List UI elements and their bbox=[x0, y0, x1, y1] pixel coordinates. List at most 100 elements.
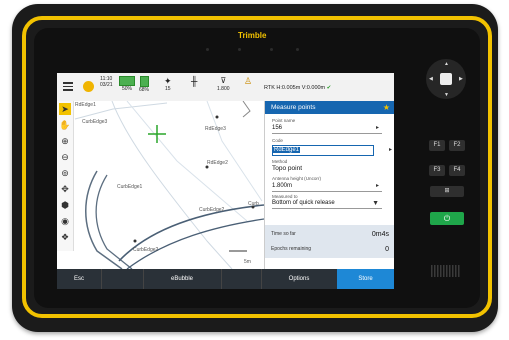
time-so-far-row: Time so far 0m4s bbox=[271, 231, 389, 238]
panel-title: Measure points bbox=[271, 104, 316, 111]
panel-header: Measure points ★ bbox=[265, 101, 394, 114]
battery-icon bbox=[119, 76, 135, 86]
gnss-globe-icon[interactable] bbox=[83, 81, 94, 92]
antenna-height-value: 1.800m bbox=[272, 183, 293, 189]
menu-icon[interactable] bbox=[63, 82, 73, 91]
eye-icon[interactable]: ◉ bbox=[59, 215, 71, 227]
windows-icon: ⊞ bbox=[444, 188, 450, 194]
measurement-summary: Time so far 0m4s Epochs remaining 0 bbox=[265, 225, 394, 258]
f3-button[interactable]: F3 bbox=[429, 165, 445, 176]
scale-text: 5m bbox=[244, 259, 251, 265]
antenna-height-field[interactable]: 1.800m ▸ bbox=[272, 182, 382, 192]
map-label: RdEdge3 bbox=[205, 126, 226, 132]
measured-to-value: Bottom of quick release bbox=[272, 200, 335, 206]
brand-logo: Trimble bbox=[238, 31, 267, 40]
dpad-enter-button[interactable] bbox=[440, 73, 452, 85]
map-label: Curb bbox=[248, 201, 259, 207]
orbit-icon[interactable]: ✥ bbox=[59, 183, 71, 195]
arrow-left-icon[interactable]: ◀ bbox=[429, 76, 433, 82]
arrow-right-icon[interactable]: ▶ bbox=[459, 76, 463, 82]
measured-to-select[interactable]: Bottom of quick release ▼ bbox=[272, 199, 382, 209]
zoom-in-icon[interactable]: ⊕ bbox=[59, 135, 71, 147]
pan-hand-icon[interactable]: ✋ bbox=[59, 119, 71, 131]
instrument[interactable]: ╫ bbox=[191, 76, 197, 86]
method-label: Method bbox=[272, 159, 288, 164]
antenna-icon: ⊽ bbox=[220, 76, 227, 85]
map-label: RdEdge1 bbox=[75, 102, 96, 108]
f4-button[interactable]: F4 bbox=[449, 165, 465, 176]
store-button[interactable]: Store bbox=[337, 269, 394, 289]
status-bar: 11:10 03/21 50% 68% ✦ 15 ╫ ⊽ 1.800 ♙ RTK… bbox=[57, 73, 394, 102]
power-button[interactable]: ⏻ bbox=[430, 212, 464, 225]
sensor-dot bbox=[206, 48, 209, 51]
speaker-grille bbox=[431, 265, 461, 277]
sensor-dot bbox=[296, 48, 299, 51]
person[interactable]: ♙ bbox=[244, 76, 252, 86]
battery-1[interactable]: 50% bbox=[119, 76, 135, 92]
camera-icon bbox=[238, 48, 241, 51]
map-label: CurbEdge2 bbox=[133, 247, 159, 253]
precision-text: RTK H:0.005m V:0.000m bbox=[264, 85, 326, 91]
options-button[interactable]: Options bbox=[261, 269, 338, 289]
softkey-bar: Esc eBubble Options Store bbox=[57, 269, 394, 289]
map-view[interactable]: RdEdge1 CurbEdge3 RdEdge3 RdEdge2 CurbEd… bbox=[57, 100, 265, 270]
epochs-value: 0 bbox=[385, 246, 389, 253]
point-name-label: Point name bbox=[272, 118, 296, 123]
dpad[interactable]: ▲ ▼ ◀ ▶ bbox=[421, 56, 471, 102]
antenna-height-text: 1.800 bbox=[217, 86, 230, 92]
f1-button[interactable]: F1 bbox=[429, 140, 445, 151]
epochs-row: Epochs remaining 0 bbox=[271, 246, 389, 253]
method-value[interactable]: Topo point bbox=[272, 165, 302, 172]
check-icon: ✔ bbox=[326, 85, 332, 91]
battery-2[interactable]: 68% bbox=[139, 76, 149, 93]
arrow-down-icon[interactable]: ▼ bbox=[444, 92, 449, 98]
stack-icon[interactable]: ❖ bbox=[59, 231, 71, 243]
battery-icon bbox=[139, 76, 149, 87]
date-text: 03/21 bbox=[100, 82, 113, 88]
antenna[interactable]: ⊽ 1.800 bbox=[217, 76, 230, 92]
map-label: CurbEdge2 bbox=[199, 207, 225, 213]
epochs-label: Epochs remaining bbox=[271, 246, 312, 252]
power-icon: ⏻ bbox=[443, 214, 451, 223]
code-field[interactable]: RdEdge1 bbox=[272, 145, 374, 156]
ebubble-button[interactable]: eBubble bbox=[143, 269, 222, 289]
windows-key[interactable]: ⊞ bbox=[430, 186, 464, 197]
code-value: RdEdge1 bbox=[273, 147, 301, 153]
clock: 11:10 03/21 bbox=[100, 76, 113, 88]
rover-icon: ╫ bbox=[191, 76, 198, 86]
f2-button[interactable]: F2 bbox=[449, 140, 465, 151]
map-toolbar: ➤ ✋ ⊕ ⊖ ⊚ ✥ ⬢ ◉ ❖ bbox=[57, 101, 74, 251]
zoom-extents-icon[interactable]: ⊚ bbox=[59, 167, 71, 179]
screen: 11:10 03/21 50% 68% ✦ 15 ╫ ⊽ 1.800 ♙ RTK… bbox=[57, 73, 394, 289]
sensor-dot bbox=[270, 48, 273, 51]
measure-points-panel: Measure points ★ Point name 156 ▸ Code R… bbox=[264, 101, 394, 269]
blank-softkey[interactable] bbox=[101, 269, 144, 289]
map-label: CurbEdge3 bbox=[82, 119, 108, 125]
satellite-icon: ✦ bbox=[164, 76, 172, 86]
point-name-field[interactable]: 156 ▸ bbox=[272, 124, 382, 134]
chevron-right-icon[interactable]: ▸ bbox=[376, 124, 379, 133]
point-name-value: 156 bbox=[272, 125, 283, 131]
antenna-height-label: Antenna height (Uncorr) bbox=[272, 176, 322, 181]
blank-softkey[interactable] bbox=[221, 269, 262, 289]
map-label: RdEdge2 bbox=[207, 160, 228, 166]
chevron-right-icon[interactable]: ▸ bbox=[376, 182, 379, 191]
map-linework bbox=[74, 100, 265, 270]
precision-readout: RTK H:0.005m V:0.000m ✔ bbox=[264, 85, 331, 91]
battery-2-text: 68% bbox=[139, 87, 150, 93]
layers-icon[interactable]: ⬢ bbox=[59, 199, 71, 211]
code-label: Code bbox=[272, 138, 283, 143]
favorite-star-icon[interactable]: ★ bbox=[383, 101, 390, 114]
time-so-far-label: Time so far bbox=[271, 231, 296, 237]
esc-button[interactable]: Esc bbox=[57, 269, 102, 289]
zoom-out-icon[interactable]: ⊖ bbox=[59, 151, 71, 163]
arrow-up-icon[interactable]: ▲ bbox=[444, 61, 449, 67]
time-so-far-value: 0m4s bbox=[371, 231, 389, 238]
person-icon: ♙ bbox=[244, 76, 253, 86]
chevron-right-icon[interactable]: ▸ bbox=[389, 146, 392, 153]
satellite-count: 15 bbox=[164, 86, 171, 92]
battery-1-text: 50% bbox=[121, 86, 132, 92]
pointer-icon[interactable]: ➤ bbox=[59, 103, 71, 115]
satellites[interactable]: ✦ 15 bbox=[164, 76, 172, 92]
dropdown-arrow-icon[interactable]: ▼ bbox=[372, 199, 379, 208]
